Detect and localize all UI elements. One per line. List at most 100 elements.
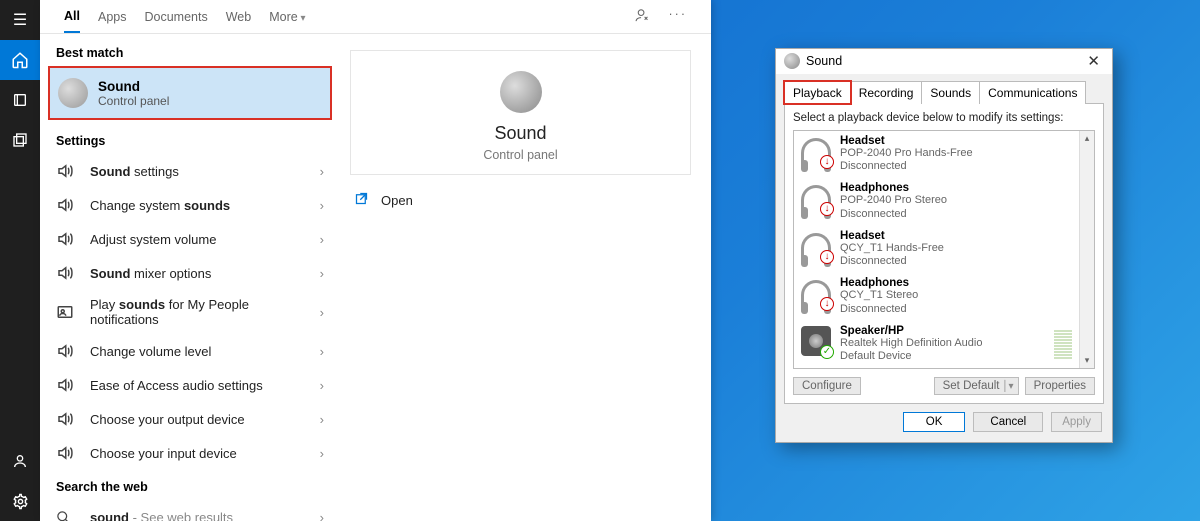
speaker-icon xyxy=(56,410,90,428)
speaker-icon xyxy=(56,342,90,360)
settings-item-label: Ease of Access audio settings xyxy=(90,378,320,393)
search-tab-all[interactable]: All xyxy=(64,1,80,33)
settings-item[interactable]: Change system sounds› xyxy=(40,188,340,222)
taskbar-collections-button[interactable] xyxy=(0,120,40,160)
search-tab-documents[interactable]: Documents xyxy=(144,2,207,32)
people-icon xyxy=(56,303,90,321)
settings-item-label: Change volume level xyxy=(90,344,320,359)
feedback-icon[interactable] xyxy=(634,7,651,27)
device-status: Disconnected xyxy=(840,255,944,269)
chevron-right-icon: › xyxy=(320,266,324,281)
web-suffix: - See web results xyxy=(129,510,233,521)
apply-button[interactable]: Apply xyxy=(1051,412,1102,432)
tab-playback[interactable]: Playback xyxy=(784,81,851,104)
properties-button[interactable]: Properties xyxy=(1025,377,1095,395)
settings-item[interactable]: Choose your input device› xyxy=(40,436,340,470)
set-default-button[interactable]: Set Default xyxy=(934,377,1019,395)
cancel-button[interactable]: Cancel xyxy=(973,412,1043,432)
dialog-title: Sound xyxy=(806,54,842,68)
settings-item[interactable]: Choose your output device› xyxy=(40,402,340,436)
tab-recording[interactable]: Recording xyxy=(850,81,923,104)
settings-item[interactable]: Sound settings› xyxy=(40,154,340,188)
headphones-device-icon: ↓ xyxy=(800,135,832,167)
device-item[interactable]: ↓ HeadsetQCY_T1 Hands-FreeDisconnected xyxy=(794,226,1078,274)
more-options-icon[interactable]: ··· xyxy=(669,7,688,27)
settings-item-label: Play sounds for My People notifications xyxy=(90,297,320,327)
chevron-right-icon: › xyxy=(320,344,324,359)
settings-item[interactable]: Ease of Access audio settings› xyxy=(40,368,340,402)
device-desc: POP-2040 Pro Hands-Free xyxy=(840,147,973,161)
dialog-titlebar[interactable]: Sound ✕ xyxy=(776,49,1112,74)
close-button[interactable]: ✕ xyxy=(1083,52,1104,70)
chevron-right-icon: › xyxy=(320,510,324,521)
ok-button[interactable]: OK xyxy=(903,412,966,432)
device-item[interactable]: ↓ HeadphonesPOP-2040 Pro StereoDisconnect… xyxy=(794,178,1078,226)
preview-subtitle: Control panel xyxy=(361,148,680,162)
settings-item-label: Choose your input device xyxy=(90,446,320,461)
chevron-right-icon: › xyxy=(320,378,324,393)
web-result-row[interactable]: sound - See web results › xyxy=(40,500,340,521)
device-name: Headphones xyxy=(840,182,947,194)
search-tabs: All Apps Documents Web More ··· xyxy=(40,0,711,34)
search-tab-more[interactable]: More xyxy=(269,2,305,32)
dialog-title-icon xyxy=(784,53,800,69)
device-item[interactable]: ↓ HeadsetPOP-2040 Pro Hands-FreeDisconnec… xyxy=(794,131,1078,179)
chevron-right-icon: › xyxy=(320,164,324,179)
settings-item-label: Choose your output device xyxy=(90,412,320,427)
preview-title: Sound xyxy=(361,123,680,144)
speaker-icon xyxy=(56,264,90,282)
level-meter xyxy=(1054,330,1072,359)
search-web-heading: Search the web xyxy=(40,470,340,500)
web-query: sound xyxy=(90,510,129,521)
taskbar-settings-button[interactable] xyxy=(0,481,40,521)
speaker-icon xyxy=(56,230,90,248)
device-status: Default Device xyxy=(840,350,982,364)
taskbar-account-button[interactable] xyxy=(0,441,40,481)
preview-column: Sound Control panel Open xyxy=(340,34,711,521)
configure-button[interactable]: Configure xyxy=(793,377,861,395)
scrollbar[interactable]: ▴▾ xyxy=(1079,131,1094,369)
sound-icon xyxy=(58,78,88,108)
down-badge-icon: ↓ xyxy=(820,297,834,311)
settings-item[interactable]: Play sounds for My People notifications› xyxy=(40,290,340,334)
open-label: Open xyxy=(381,193,413,208)
device-name: Headset xyxy=(840,230,944,242)
chevron-right-icon: › xyxy=(320,305,324,320)
settings-item-label: Adjust system volume xyxy=(90,232,320,247)
device-item[interactable]: ✓Speaker/HPRealtek High Definition Audio… xyxy=(794,321,1078,369)
device-name: Headphones xyxy=(840,277,918,289)
speaker-icon xyxy=(56,162,90,180)
device-desc: Realtek High Definition Audio xyxy=(840,337,982,351)
taskbar-home-button[interactable] xyxy=(0,40,40,80)
chevron-right-icon: › xyxy=(320,198,324,213)
device-name: Headset xyxy=(840,135,973,147)
settings-item[interactable]: Change volume level› xyxy=(40,334,340,368)
preview-card: Sound Control panel xyxy=(350,50,691,175)
taskbar-menu-button[interactable]: ☰ xyxy=(0,0,40,40)
down-badge-icon: ↓ xyxy=(820,202,834,216)
search-tab-web[interactable]: Web xyxy=(226,2,251,32)
tab-communications[interactable]: Communications xyxy=(979,81,1086,104)
device-list[interactable]: ↓HeadsetPOP-2040 Pro Hands-FreeDisconnec… xyxy=(793,130,1095,370)
start-search-panel: All Apps Documents Web More ··· Best mat… xyxy=(40,0,711,521)
sound-dialog: Sound ✕ Playback Recording Sounds Commun… xyxy=(775,48,1113,443)
device-item[interactable]: ↓HeadphonesQCY_T1 StereoDisconnected xyxy=(794,273,1078,321)
speaker-icon xyxy=(56,196,90,214)
device-desc: QCY_T1 Hands-Free xyxy=(840,242,944,256)
open-action[interactable]: Open xyxy=(350,175,691,225)
device-desc: POP-2040 Pro Stereo xyxy=(840,194,947,208)
best-match-result[interactable]: Sound Control panel xyxy=(48,66,332,120)
search-tab-apps[interactable]: Apps xyxy=(98,2,127,32)
chevron-right-icon: › xyxy=(320,412,324,427)
results-column: Best match Sound Control panel Settings … xyxy=(40,34,340,521)
settings-item-label: Change system sounds xyxy=(90,198,320,213)
chevron-right-icon: › xyxy=(320,446,324,461)
taskbar-library-button[interactable] xyxy=(0,80,40,120)
settings-item[interactable]: Sound mixer options› xyxy=(40,256,340,290)
tab-sounds[interactable]: Sounds xyxy=(921,81,980,104)
device-status: Disconnected xyxy=(840,208,947,222)
down-badge-icon: ↓ xyxy=(820,155,834,169)
device-status: Disconnected xyxy=(840,160,973,174)
down-badge-icon: ↓ xyxy=(820,250,834,264)
settings-item[interactable]: Adjust system volume› xyxy=(40,222,340,256)
